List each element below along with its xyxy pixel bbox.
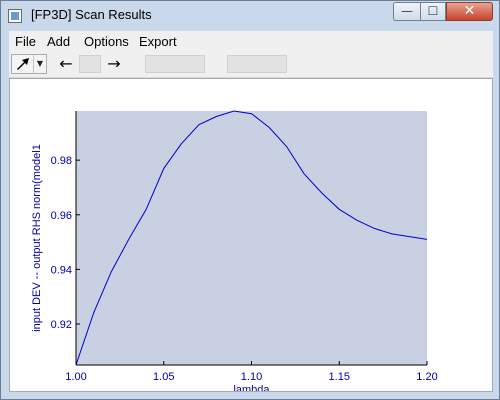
- menu-add[interactable]: Add: [47, 34, 70, 49]
- toolbar-field-1[interactable]: [145, 55, 205, 73]
- plot-area: [76, 111, 427, 365]
- title-bar[interactable]: [FP3D] Scan Results — ☐ ✕: [1, 1, 499, 31]
- x-tick-label: 1.05: [153, 371, 174, 383]
- window-title: [FP3D] Scan Results: [31, 7, 152, 22]
- toolbar-field-small[interactable]: [79, 55, 101, 73]
- app-window: [FP3D] Scan Results — ☐ ✕ File Add Optio…: [0, 0, 500, 400]
- close-icon: ✕: [463, 3, 476, 19]
- maximize-button[interactable]: ☐: [420, 2, 446, 21]
- close-button[interactable]: ✕: [446, 2, 493, 21]
- y-tick-label: 0.94: [51, 264, 72, 276]
- y-tick-label: 0.92: [51, 319, 72, 331]
- maximize-icon: ☐: [427, 4, 439, 18]
- menu-options[interactable]: Options: [84, 34, 129, 49]
- menu-file[interactable]: File: [15, 34, 36, 49]
- x-tick-label: 1.10: [241, 371, 262, 383]
- toolbar: ▼ ← →: [9, 51, 493, 78]
- app-icon: [8, 9, 22, 23]
- y-axis-label: input DEV -- output RHS norm(model1: [31, 144, 43, 332]
- y-tick-label: 0.96: [51, 210, 72, 222]
- x-tick-label: 1.15: [329, 371, 350, 383]
- forward-button[interactable]: →: [103, 54, 125, 74]
- plot-panel: 1.00 1.05 1.10 1.15 1.20 0.92 0.94 0.96 0.98 la…: [9, 78, 493, 392]
- y-tick-label: 0.98: [51, 155, 72, 167]
- toolbar-field-2[interactable]: [227, 55, 287, 73]
- x-tick-label: 1.20: [416, 371, 437, 383]
- pointer-arrow-icon: [17, 58, 29, 70]
- back-button[interactable]: ←: [55, 54, 77, 74]
- menu-bar: File Add Options Export: [9, 31, 493, 51]
- line-chart[interactable]: 1.00 1.05 1.10 1.15 1.20 0.92 0.94 0.96 0.98 la…: [10, 79, 492, 391]
- pointer-tool-button[interactable]: ▼: [11, 54, 47, 74]
- x-axis-label: lambda: [233, 384, 270, 391]
- menu-export[interactable]: Export: [139, 34, 177, 49]
- minimize-button[interactable]: —: [393, 2, 420, 21]
- minimize-icon: —: [401, 4, 413, 18]
- x-tick-label: 1.00: [65, 371, 86, 383]
- pointer-dropdown-icon[interactable]: ▼: [33, 55, 46, 73]
